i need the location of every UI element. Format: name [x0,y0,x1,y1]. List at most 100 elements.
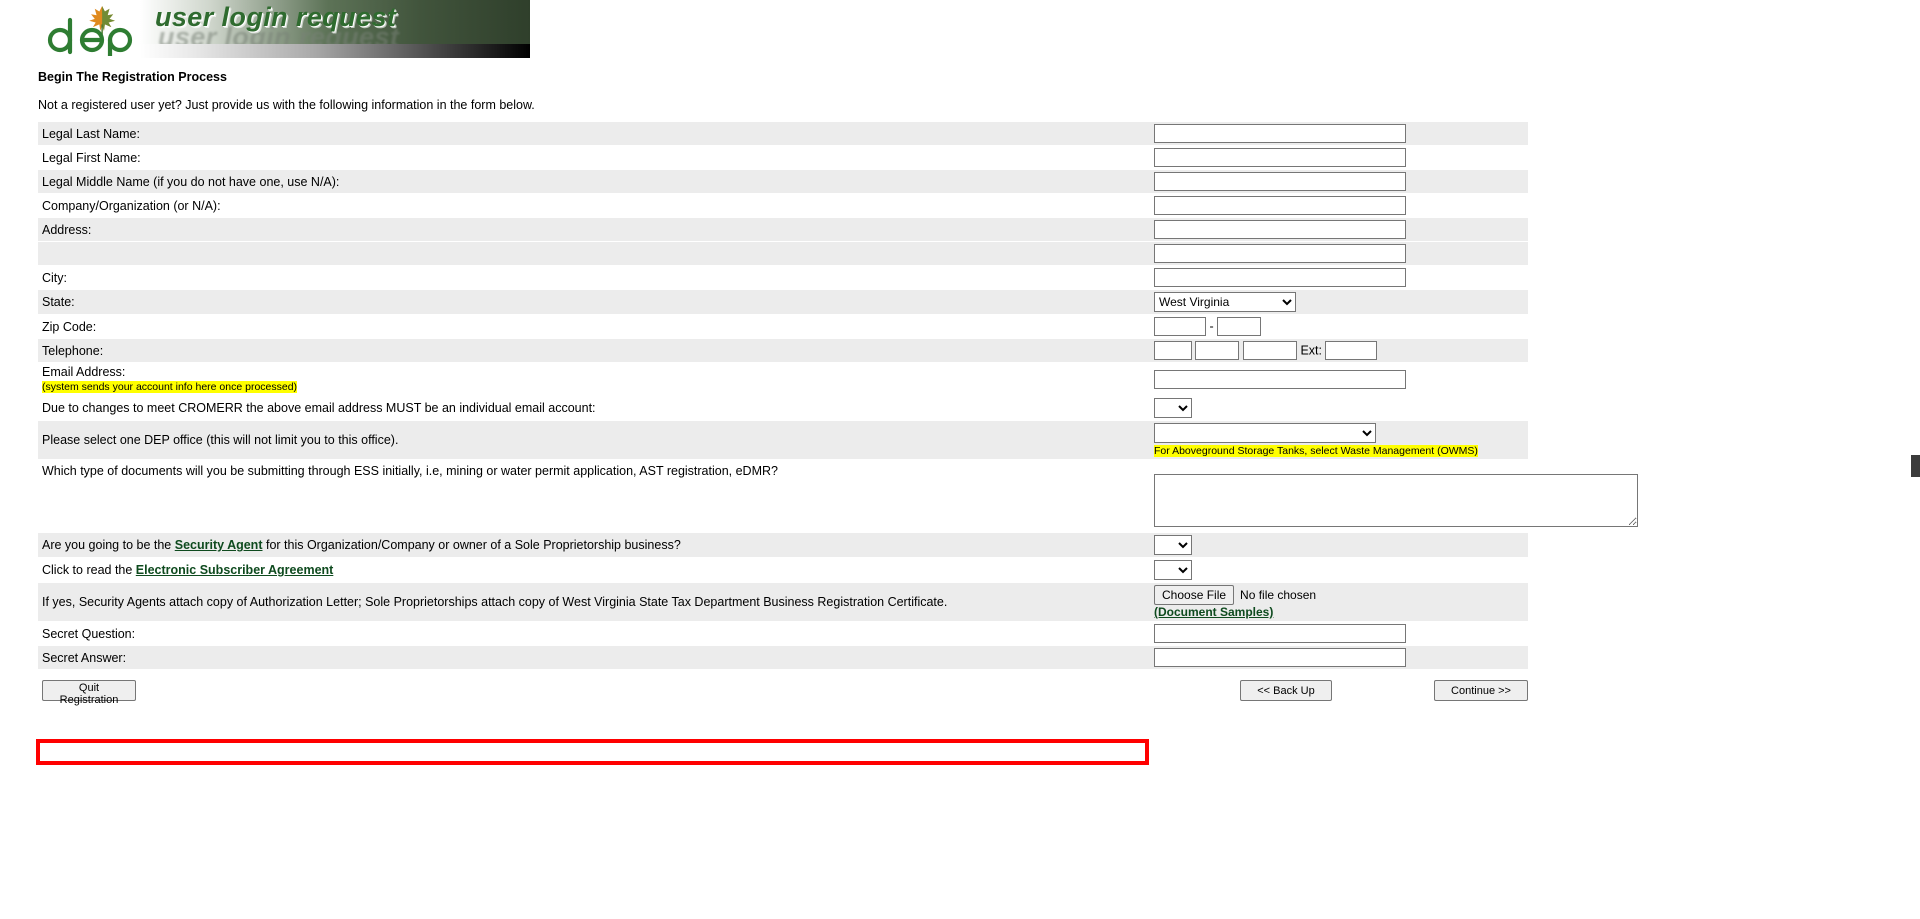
label-security-agent: Are you going to be the Security Agent f… [38,532,1148,558]
telephone-area-code-input[interactable] [1154,341,1192,360]
zip-dash-separator: - [1209,319,1214,334]
cell-first-name [1148,145,1528,170]
continue-button[interactable]: Continue >> [1434,680,1528,701]
cell-security-agent [1148,532,1528,558]
telephone-prefix-input[interactable] [1195,341,1240,360]
dep-office-note: For Aboveground Storage Tanks, select Wa… [1154,445,1478,457]
intro-text: Not a registered user yet? Just provide … [38,98,535,112]
back-up-button[interactable]: << Back Up [1240,680,1332,701]
cell-middle-name [1148,169,1528,194]
cell-doc-types [1148,459,1638,533]
table-row-telephone: Telephone: Ext: [38,338,1528,363]
email-input[interactable] [1154,369,1406,389]
esa-text-before: Click to read the [42,563,136,577]
cell-address2 [1148,241,1528,266]
table-row-doc-types: Which type of documents will you be subm… [38,459,1638,533]
table-row-zip: Zip Code: - [38,314,1528,339]
registration-form-table: Legal Last Name: Legal First Name: Legal… [38,122,1638,670]
cell-secret-answer [1148,645,1528,670]
label-telephone: Telephone: [38,338,1148,363]
cell-email-label: Email Address: (system sends your accoun… [38,362,1148,396]
file-status-text: No file chosen [1240,588,1317,602]
cell-address [1148,217,1528,242]
label-address: Address: [38,217,1148,242]
label-first-name: Legal First Name: [38,145,1148,170]
security-agent-link[interactable]: Security Agent [175,538,263,552]
company-input[interactable] [1154,196,1406,215]
file-upload-control: Choose File No file chosen [1154,585,1524,605]
label-zip: Zip Code: [38,314,1148,339]
label-email: Email Address: [42,365,126,379]
city-input[interactable] [1154,268,1406,287]
cell-telephone: Ext: [1148,338,1528,363]
dep-office-select[interactable] [1154,423,1376,443]
secret-question-highlight-box [36,739,1149,765]
label-esa: Click to read the Electronic Subscriber … [38,557,1148,583]
zip-plus4-input[interactable] [1217,317,1262,336]
doc-types-textarea[interactable] [1154,474,1638,527]
label-secret-question: Secret Question: [38,621,1148,646]
table-row-cromerr: Due to changes to meet CROMERR the above… [38,395,1528,421]
dep-logo [47,6,133,56]
middle-name-input[interactable] [1154,172,1406,191]
table-row-attachment: If yes, Security Agents attach copy of A… [38,582,1528,622]
cell-last-name [1148,122,1528,146]
security-agent-text-after: for this Organization/Company or owner o… [262,538,681,552]
label-attachment: If yes, Security Agents attach copy of A… [38,582,1148,622]
cell-esa [1148,557,1528,583]
cell-secret-question [1148,621,1528,646]
esa-select[interactable] [1154,560,1192,580]
table-row-address: Address: [38,217,1528,242]
cell-company [1148,193,1528,218]
table-row-secret-question: Secret Question: [38,621,1528,646]
label-secret-answer: Secret Answer: [38,645,1148,670]
label-middle-name: Legal Middle Name (if you do not have on… [38,169,1148,194]
label-doc-types: Which type of documents will you be subm… [38,459,1148,533]
scrollbar-nub[interactable] [1911,455,1920,477]
choose-file-button[interactable]: Choose File [1154,585,1235,605]
telephone-extension-input[interactable] [1325,341,1378,360]
label-dep-office: Please select one DEP office (this will … [38,420,1148,460]
cell-cromerr [1148,395,1528,421]
secret-answer-input[interactable] [1154,648,1406,667]
cell-attachment: Choose File No file chosen (Document Sam… [1148,582,1528,622]
label-city: City: [38,265,1148,290]
page-title: Begin The Registration Process [38,70,227,84]
label-extension: Ext: [1300,343,1322,358]
table-row-last-name: Legal Last Name: [38,122,1528,146]
table-row-state: State: West Virginia [38,289,1528,315]
address-line1-input[interactable] [1154,220,1406,239]
table-row-email: Email Address: (system sends your accoun… [38,362,1528,396]
banner-bottom-bar [140,44,530,58]
label-company: Company/Organization (or N/A): [38,193,1148,218]
zip-code-input[interactable] [1154,317,1206,336]
electronic-subscriber-agreement-link[interactable]: Electronic Subscriber Agreement [136,563,334,577]
table-row-dep-office: Please select one DEP office (this will … [38,420,1528,460]
email-note: (system sends your account info here onc… [42,381,298,393]
label-address2 [38,241,1148,266]
security-agent-select[interactable] [1154,535,1192,555]
document-samples-link[interactable]: (Document Samples) [1154,605,1273,619]
registration-page: user login request user login request Be… [0,0,1920,919]
table-row-first-name: Legal First Name: [38,145,1528,170]
cromerr-select[interactable] [1154,398,1192,418]
table-row-address2 [38,241,1528,266]
form-button-bar: Quit Registration << Back Up Continue >> [38,680,1528,706]
cell-city [1148,265,1528,290]
page-banner: user login request user login request [0,0,530,60]
telephone-line-input[interactable] [1242,341,1297,360]
table-row-security-agent: Are you going to be the Security Agent f… [38,532,1528,558]
cell-dep-office: For Aboveground Storage Tanks, select Wa… [1148,420,1528,460]
secret-question-input[interactable] [1154,624,1406,643]
address-line2-input[interactable] [1154,244,1406,263]
label-last-name: Legal Last Name: [38,122,1148,146]
quit-registration-button[interactable]: Quit Registration [42,680,136,706]
first-name-input[interactable] [1154,148,1406,167]
cell-state: West Virginia [1148,289,1528,315]
cell-email [1148,362,1528,396]
last-name-input[interactable] [1154,124,1406,143]
label-state: State: [38,289,1148,315]
state-select[interactable]: West Virginia [1154,292,1296,312]
table-row-secret-answer: Secret Answer: [38,645,1528,670]
label-cromerr: Due to changes to meet CROMERR the above… [38,395,1148,421]
